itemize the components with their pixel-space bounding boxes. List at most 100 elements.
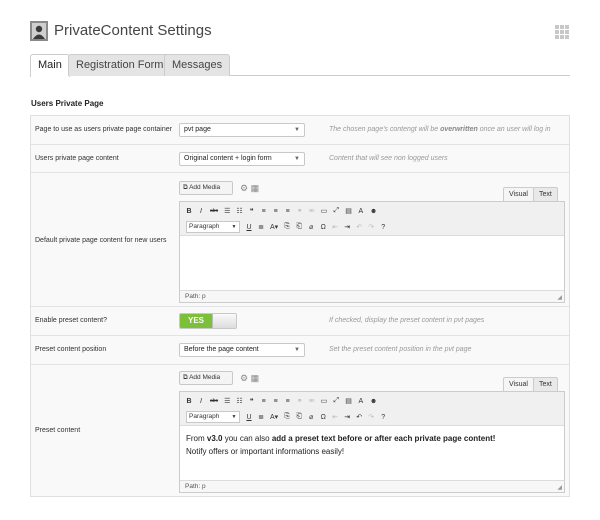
- indent-icon[interactable]: ⇥: [344, 413, 350, 421]
- tab-text[interactable]: Text: [533, 187, 558, 201]
- bullet-list-icon[interactable]: ☰: [224, 207, 230, 215]
- settings-tabs: Main Registration Form Messages: [30, 54, 570, 77]
- media-extra-icons[interactable]: ⚙ ▦: [240, 183, 259, 194]
- redo-icon[interactable]: ↷: [368, 223, 374, 231]
- fullscreen-icon[interactable]: ⤢: [333, 397, 339, 405]
- grid-icon[interactable]: [554, 24, 570, 40]
- align-right-icon[interactable]: ≡: [285, 398, 291, 405]
- tab-registration-form[interactable]: Registration Form: [68, 54, 172, 76]
- clear-format-icon[interactable]: ⌀: [308, 223, 314, 231]
- font-color-icon[interactable]: A: [358, 398, 364, 405]
- resize-grip-icon[interactable]: ◢: [557, 293, 562, 304]
- bold-icon[interactable]: B: [186, 208, 192, 215]
- undo-icon[interactable]: ↶: [356, 413, 362, 421]
- tab-visual[interactable]: Visual: [503, 187, 534, 201]
- settings-table: Page to use as users private page contai…: [30, 115, 570, 497]
- editor-content-area[interactable]: From v3.0 you can also add a preset text…: [180, 426, 564, 480]
- user-icon[interactable]: ☻: [370, 208, 377, 215]
- align-left-icon[interactable]: ≡: [261, 208, 267, 215]
- blockquote-icon[interactable]: ❝: [249, 397, 255, 405]
- section-title: Users Private Page: [31, 99, 104, 108]
- special-char-icon[interactable]: Ω: [320, 414, 326, 421]
- editor-path-bar: Path: p ◢: [180, 480, 564, 492]
- enable-preset-toggle[interactable]: YES: [179, 313, 237, 329]
- blockquote-icon[interactable]: ❝: [249, 207, 255, 215]
- unlink-icon[interactable]: ⚮: [309, 397, 315, 405]
- kitchen-sink-icon[interactable]: ▤: [345, 397, 352, 405]
- unlink-icon[interactable]: ⚮: [309, 207, 315, 215]
- chevron-down-icon: ▼: [231, 224, 237, 230]
- container-page-label: Page to use as users private page contai…: [35, 126, 172, 133]
- editor-content-area[interactable]: [180, 236, 564, 290]
- paste-text-icon[interactable]: ⎘: [284, 223, 290, 231]
- italic-icon[interactable]: I: [198, 208, 204, 215]
- justify-icon[interactable]: ≣: [258, 223, 264, 231]
- outdent-icon[interactable]: ⇤: [332, 223, 338, 231]
- numbered-list-icon[interactable]: ☷: [236, 207, 242, 215]
- tab-text[interactable]: Text: [533, 377, 558, 391]
- user-icon[interactable]: ☻: [370, 398, 377, 405]
- private-content-select[interactable]: Original content + login form ▼: [179, 152, 305, 166]
- bullet-list-icon[interactable]: ☰: [224, 397, 230, 405]
- redo-icon[interactable]: ↷: [368, 413, 374, 421]
- italic-icon[interactable]: I: [198, 398, 204, 405]
- more-tag-icon[interactable]: ▭: [321, 397, 328, 405]
- default-content-label: Default private page content for new use…: [35, 237, 167, 244]
- add-media-button[interactable]: ⧉ Add Media: [179, 371, 233, 385]
- editor-toolbar: B I abc ☰ ☷ ❝ ≡ ≡ ≡ ⚭ ⚮ ▭ ⤢ ▤ A ☻ Paragr…: [180, 392, 564, 426]
- tab-visual[interactable]: Visual: [503, 377, 534, 391]
- paste-word-icon[interactable]: ⎗: [296, 413, 302, 421]
- paste-text-icon[interactable]: ⎘: [284, 413, 290, 421]
- bold-icon[interactable]: B: [186, 398, 192, 405]
- tab-messages[interactable]: Messages: [164, 54, 231, 76]
- text-color-icon[interactable]: A▾: [270, 413, 278, 421]
- indent-icon[interactable]: ⇥: [344, 223, 350, 231]
- format-select[interactable]: Paragraph ▼: [186, 411, 240, 423]
- preset-text-line-2: Notify offers or important informations …: [186, 447, 345, 456]
- container-page-select[interactable]: pvt page ▼: [179, 123, 305, 137]
- format-select[interactable]: Paragraph ▼: [186, 221, 240, 233]
- row-preset-content: Preset content ⧉ Add Media ⚙ ▦ Visual Te…: [31, 365, 569, 496]
- underline-icon[interactable]: U: [246, 414, 252, 421]
- font-color-icon[interactable]: A: [358, 208, 364, 215]
- justify-icon[interactable]: ≣: [258, 413, 264, 421]
- special-char-icon[interactable]: Ω: [320, 224, 326, 231]
- tab-main[interactable]: Main: [30, 54, 70, 77]
- row-private-content: Users private page content Original cont…: [31, 145, 569, 173]
- enable-preset-hint: If checked, display the preset content i…: [329, 317, 485, 324]
- strikethrough-icon[interactable]: abc: [210, 208, 218, 214]
- preset-position-hint: Set the preset content position in the p…: [329, 346, 472, 353]
- underline-icon[interactable]: U: [246, 224, 252, 231]
- preset-text-line-1: From v3.0 you can also add a preset text…: [186, 434, 496, 443]
- align-center-icon[interactable]: ≡: [273, 208, 279, 215]
- numbered-list-icon[interactable]: ☷: [236, 397, 242, 405]
- link-icon[interactable]: ⚭: [297, 207, 303, 215]
- preset-content-editor: ⧉ Add Media ⚙ ▦ Visual Text B I abc ☰ ☷ …: [179, 371, 565, 493]
- align-right-icon[interactable]: ≡: [285, 208, 291, 215]
- text-color-icon[interactable]: A▾: [270, 223, 278, 231]
- link-icon[interactable]: ⚭: [297, 397, 303, 405]
- editor-box: B I abc ☰ ☷ ❝ ≡ ≡ ≡ ⚭ ⚮ ▭ ⤢ ▤ A ☻ Paragr…: [179, 391, 565, 493]
- align-left-icon[interactable]: ≡: [261, 398, 267, 405]
- help-icon[interactable]: ?: [380, 414, 386, 421]
- media-extra-icons[interactable]: ⚙ ▦: [240, 373, 259, 384]
- undo-icon[interactable]: ↶: [356, 223, 362, 231]
- strikethrough-icon[interactable]: abc: [210, 398, 218, 404]
- align-center-icon[interactable]: ≡: [273, 398, 279, 405]
- editor-toolbar: B I abc ☰ ☷ ❝ ≡ ≡ ≡ ⚭ ⚮ ▭ ⤢ ▤ A ☻ Paragr…: [180, 202, 564, 236]
- preset-position-select[interactable]: Before the page content ▼: [179, 343, 305, 357]
- more-tag-icon[interactable]: ▭: [321, 207, 328, 215]
- preset-content-label: Preset content: [35, 427, 81, 434]
- help-icon[interactable]: ?: [380, 224, 386, 231]
- paste-word-icon[interactable]: ⎗: [296, 223, 302, 231]
- user-silhouette-icon: [30, 21, 48, 41]
- page-title: PrivateContent Settings: [54, 22, 212, 39]
- clear-format-icon[interactable]: ⌀: [308, 413, 314, 421]
- outdent-icon[interactable]: ⇤: [332, 413, 338, 421]
- kitchen-sink-icon[interactable]: ▤: [345, 207, 352, 215]
- private-content-hint: Content that will see non logged users: [329, 155, 448, 162]
- fullscreen-icon[interactable]: ⤢: [333, 207, 339, 215]
- row-default-content: Default private page content for new use…: [31, 173, 569, 307]
- add-media-button[interactable]: ⧉ Add Media: [179, 181, 233, 195]
- resize-grip-icon[interactable]: ◢: [557, 483, 562, 494]
